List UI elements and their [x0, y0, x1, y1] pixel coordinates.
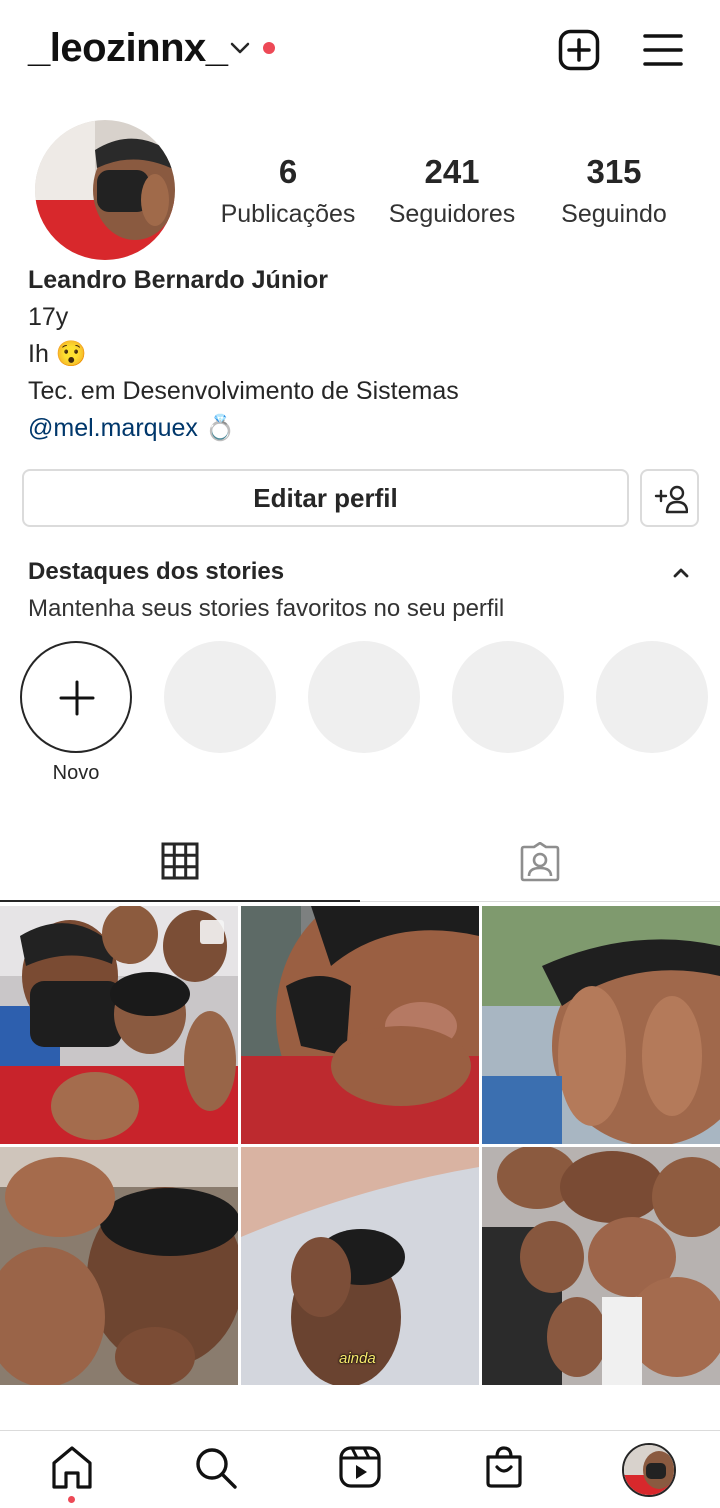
highlight-placeholder	[308, 641, 420, 753]
new-post-icon[interactable]	[558, 29, 600, 71]
highlight-placeholder	[452, 641, 564, 753]
shop-icon[interactable]	[484, 1445, 524, 1489]
following-count: 315	[586, 153, 642, 190]
tagged-icon	[520, 842, 560, 882]
post-thumbnail[interactable]: ainda	[241, 1147, 479, 1385]
chevron-up-icon[interactable]	[671, 566, 691, 580]
stat-following[interactable]: 315 Seguindo	[544, 150, 684, 234]
discover-people-button[interactable]	[640, 469, 699, 527]
posts-count: 6	[278, 153, 298, 190]
post-thumbnail[interactable]	[0, 906, 238, 1144]
post-caption-overlay: ainda	[339, 1350, 376, 1367]
bio-mention-link[interactable]: @mel.marquex	[28, 414, 198, 442]
following-label: Seguindo	[561, 200, 667, 228]
profile-avatar[interactable]	[35, 120, 175, 260]
profile-photo-small	[624, 1445, 674, 1495]
followers-count: 241	[424, 153, 480, 190]
profile-avatar-nav[interactable]	[622, 1443, 676, 1497]
highlight-placeholder	[164, 641, 276, 753]
home-icon[interactable]	[50, 1445, 94, 1491]
plus-icon	[59, 680, 95, 716]
post-image	[482, 1147, 720, 1385]
post-thumbnail[interactable]	[482, 906, 720, 1144]
bio-mention-line: @mel.marquex 💍	[28, 410, 459, 447]
highlights-subtitle: Mantenha seus stories favoritos no seu p…	[28, 595, 505, 622]
edit-profile-button[interactable]: Editar perfil	[22, 469, 629, 527]
highlights-title: Destaques dos stories	[28, 558, 285, 585]
profile-photo	[35, 120, 175, 260]
grid-icon	[161, 842, 199, 880]
post-thumbnail[interactable]	[241, 906, 479, 1144]
tab-posts-grid[interactable]	[0, 828, 360, 902]
post-image	[0, 1147, 238, 1385]
chevron-down-icon[interactable]	[229, 40, 251, 56]
ring-emoji: 💍	[204, 414, 236, 442]
search-icon[interactable]	[193, 1445, 239, 1491]
account-username[interactable]: _leozinnx_	[28, 26, 228, 71]
notification-dot	[263, 42, 275, 54]
stat-followers[interactable]: 241 Seguidores	[378, 150, 526, 234]
post-thumbnail[interactable]	[0, 1147, 238, 1385]
home-notification-dot	[68, 1496, 75, 1503]
post-image	[241, 906, 479, 1144]
add-person-icon	[654, 485, 688, 514]
bottom-nav	[0, 1430, 720, 1508]
stat-posts: 6 Publicações	[208, 150, 368, 234]
profile-bio: Leandro Bernardo Júnior 17y Ih 😯 Tec. em…	[28, 262, 459, 447]
followers-label: Seguidores	[388, 200, 516, 228]
reels-icon[interactable]	[338, 1445, 382, 1489]
post-thumbnail[interactable]	[482, 1147, 720, 1385]
highlight-placeholder	[596, 641, 708, 753]
posts-label: Publicações	[220, 200, 356, 228]
top-bar: _leozinnx_	[0, 0, 720, 100]
menu-icon[interactable]	[643, 32, 683, 68]
full-name: Leandro Bernardo Júnior	[28, 266, 329, 294]
post-image	[482, 906, 720, 1144]
bio-line-text: Ih 😯	[28, 340, 87, 368]
bio-line-course: Tec. em Desenvolvimento de Sistemas	[28, 377, 459, 405]
new-highlight-button[interactable]	[20, 641, 132, 753]
post-image	[0, 906, 238, 1144]
bio-line-age: 17y	[28, 303, 69, 331]
new-highlight-label: Novo	[52, 762, 100, 784]
tab-tagged[interactable]	[360, 828, 720, 902]
